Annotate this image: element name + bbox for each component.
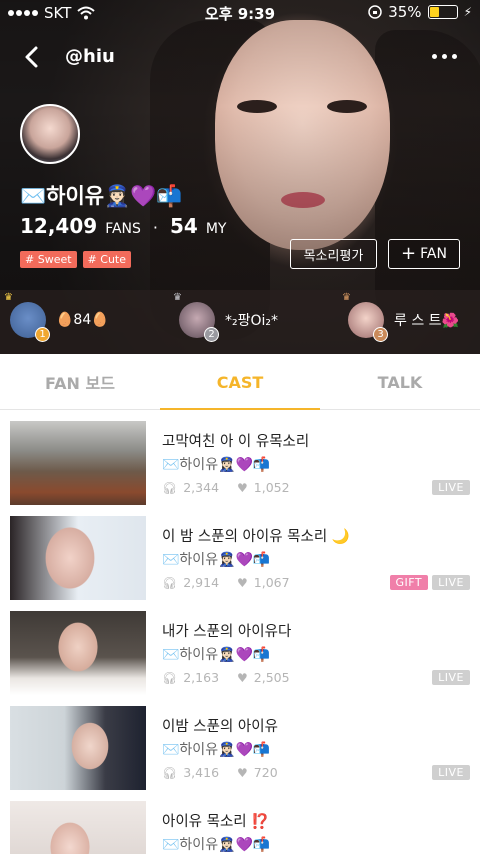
cast-author: ✉️하이유👮🏻‍♀️💜📬 [162,742,271,758]
listen-count: 2,344 [183,480,220,495]
ranking-item[interactable]: ♛ 3 루 스 트🌺 [342,292,459,342]
avatar: ♛ 2 [173,292,219,342]
like-count: 720 [253,765,278,780]
live-badge: LIVE [432,480,470,495]
cast-meta: 🎧︎ 2,914 ♥ 1,067 [162,575,290,590]
headphones-icon: 🎧︎ [162,670,178,685]
cast-thumbnail[interactable] [10,611,146,695]
tag-badge[interactable]: # Cute [82,251,131,268]
cast-thumbnail[interactable] [10,516,146,600]
battery-percent: 35% [388,3,422,21]
status-bar: SKT 오후 9:39 35% ⚡ [0,0,480,26]
list-item[interactable]: 이밤 스푼의 아이유 ✉️하이유👮🏻‍♀️💜📬 🎧︎ 3,416 ♥ 720 L… [0,695,480,790]
cast-author: ✉️하이유👮🏻‍♀️💜📬 [162,552,271,568]
cast-thumbnail[interactable] [10,706,146,790]
my-label: MY [205,221,227,237]
list-item[interactable]: 이 밤 스푼의 아이유 목소리 🌙 ✉️하이유👮🏻‍♀️💜📬 🎧︎ 2,914 … [0,505,480,600]
fans-label: FANS [105,221,141,237]
cast-thumbnail[interactable] [10,801,146,854]
ranking-item[interactable]: ♛ 1 🥚84🥚 [4,292,109,342]
more-options-icon[interactable] [432,46,462,66]
list-item[interactable]: 내가 스푼의 아이유다 ✉️하이유👮🏻‍♀️💜📬 🎧︎ 2,163 ♥ 2,50… [0,600,480,695]
rank-badge: 3 [373,327,388,342]
listen-count: 2,914 [183,575,220,590]
fan-button[interactable]: + FAN [388,239,460,269]
cast-title: 이 밤 스푼의 아이유 목소리 🌙 [162,529,350,545]
avatar: ♛ 3 [342,292,388,342]
heart-icon: ♥ [237,575,248,590]
tag-badge[interactable]: # Sweet [20,251,77,268]
crown-icon: ♛ [173,292,182,303]
voice-rating-button[interactable]: 목소리평가 [290,239,377,269]
cast-title: 고막여친 아 이 유목소리 [162,434,310,450]
heart-icon: ♥ [237,765,248,780]
cast-title: 아이유 목소리 ⁉️ [162,814,270,830]
profile-handle: @hiu [65,46,115,67]
crown-icon: ♛ [4,292,13,303]
tab-talk[interactable]: TALK [320,354,480,410]
cast-list: 고막여친 아 이 유목소리 ✉️하이유👮🏻‍♀️💜📬 🎧︎ 2,344 ♥ 1,… [0,410,480,854]
headphones-icon: 🎧︎ [162,575,178,590]
plus-icon: + [401,243,417,264]
cast-meta: 🎧︎ 3,416 ♥ 720 [162,765,278,780]
rank-badge: 1 [35,327,50,342]
headphones-icon: 🎧︎ [162,765,178,780]
headphones-icon: 🎧︎ [162,480,178,495]
like-count: 1,052 [253,480,290,495]
cast-meta: 🎧︎ 2,344 ♥ 1,052 [162,480,290,495]
tab-fan-board[interactable]: FAN 보드 [0,354,160,410]
profile-name: ✉️하이유👮🏻‍♀️💜📬 [20,184,183,208]
live-badge: LIVE [432,575,470,590]
avatar[interactable] [20,104,80,164]
ranking-name: *₂팡Oi₂* [225,313,279,329]
tab-cast[interactable]: CAST [160,354,320,410]
ranking-name: 🥚84🥚 [56,312,109,328]
list-item[interactable]: 아이유 목소리 ⁉️ ✉️하이유👮🏻‍♀️💜📬 [0,790,480,854]
profile-tabs: FAN 보드 CAST TALK [0,354,480,410]
ranking-item[interactable]: ♛ 2 *₂팡Oi₂* [173,292,279,342]
listen-count: 2,163 [183,670,220,685]
cast-author: ✉️하이유👮🏻‍♀️💜📬 [162,647,271,663]
heart-icon: ♥ [237,670,248,685]
my-count: 54 [170,214,198,238]
gift-badge: GIFT [389,575,429,590]
profile-stats: 12,409 FANS · 54 MY [20,214,226,238]
cast-author: ✉️하이유👮🏻‍♀️💜📬 [162,837,271,853]
back-button[interactable] [18,42,46,72]
rotation-lock-icon [368,5,382,19]
crown-icon: ♛ [342,292,351,303]
cast-title: 내가 스푼의 아이유다 [162,624,292,640]
charging-icon: ⚡ [463,5,472,19]
cast-thumbnail[interactable] [10,421,146,505]
list-item[interactable]: 고막여친 아 이 유목소리 ✉️하이유👮🏻‍♀️💜📬 🎧︎ 2,344 ♥ 1,… [0,410,480,505]
ranking-name: 루 스 트🌺 [394,313,459,329]
stats-separator: · [152,218,158,237]
avatar: ♛ 1 [4,292,50,342]
profile-tags: # Sweet # Cute [20,251,131,268]
like-count: 2,505 [253,670,290,685]
listen-count: 3,416 [183,765,220,780]
like-count: 1,067 [253,575,290,590]
cast-meta: 🎧︎ 2,163 ♥ 2,505 [162,670,290,685]
rank-badge: 2 [204,327,219,342]
fan-button-label: FAN [420,246,447,262]
fan-ranking: ♛ 1 🥚84🥚 ♛ 2 *₂팡Oi₂* ♛ 3 루 스 트🌺 [0,290,480,354]
battery-icon [427,5,458,19]
cast-title: 이밤 스푼의 아이유 [162,719,278,735]
chevron-left-icon [25,46,38,68]
fans-count: 12,409 [20,214,98,238]
profile-header: SKT 오후 9:39 35% ⚡ @hiu ✉️하이유👮🏻‍♀️💜📬 1 2 [0,0,480,354]
live-badge: LIVE [432,670,470,685]
cast-author: ✉️하이유👮🏻‍♀️💜📬 [162,457,271,473]
heart-icon: ♥ [237,480,248,495]
live-badge: LIVE [432,765,470,780]
